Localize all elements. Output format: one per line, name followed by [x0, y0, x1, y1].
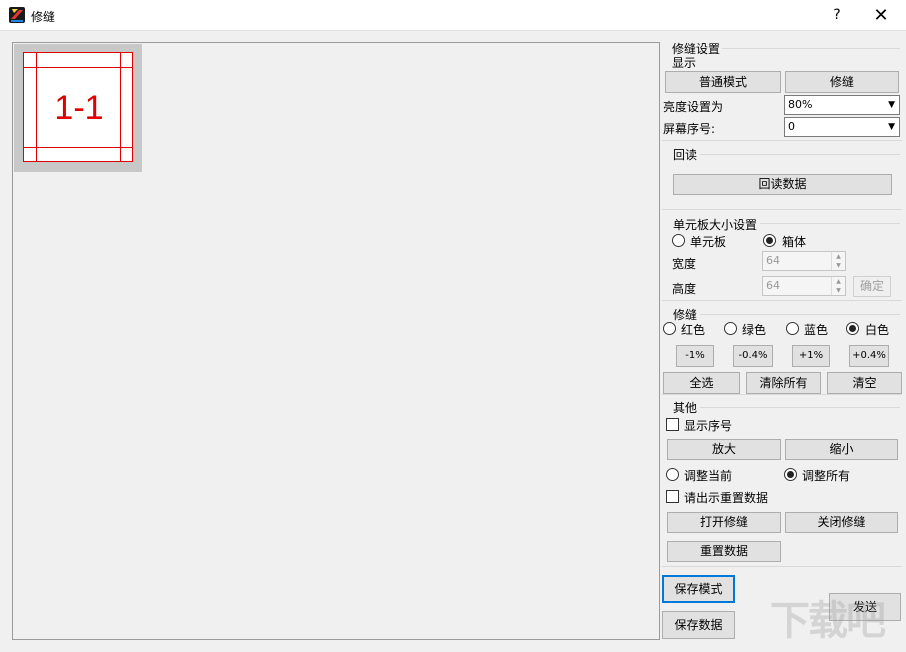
screen-index-value: 0 [788, 120, 795, 133]
title-bar: 修缝 ? ✕ [0, 0, 906, 31]
board-size-group-label: 单元板大小设置 [673, 218, 758, 232]
help-button[interactable]: ? [822, 0, 852, 31]
width-value: 64 [766, 254, 780, 267]
clear-button[interactable]: 清空 [827, 372, 902, 394]
height-label: 高度 [672, 282, 697, 296]
height-input[interactable]: 64 ▲ ▼ [762, 276, 846, 296]
width-label: 宽度 [672, 257, 697, 271]
zoom-in-button[interactable]: 放大 [667, 439, 781, 460]
divider [760, 223, 900, 224]
adjust-all-label: 调整所有 [802, 469, 851, 483]
brightness-label: 亮度设置为 [663, 100, 724, 114]
red-radio[interactable] [663, 322, 676, 335]
adjust-current-radio[interactable] [666, 468, 679, 481]
window-title: 修缝 [31, 10, 56, 24]
plus-0-4-button[interactable]: +0.4% [849, 345, 889, 367]
cell-label: 1-1 [54, 89, 104, 127]
cabinet-radio[interactable] [763, 234, 776, 247]
white-label: 白色 [865, 323, 890, 337]
cabinet-label: 箱体 [782, 235, 807, 249]
width-input[interactable]: 64 ▲ ▼ [762, 251, 846, 271]
spin-arrows-icon[interactable]: ▲ ▼ [831, 252, 845, 270]
normal-mode-button[interactable]: 普通模式 [665, 71, 781, 93]
seam-mode-button[interactable]: 修缝 [785, 71, 899, 93]
screen-index-label: 屏幕序号: [663, 122, 716, 136]
screen-index-select[interactable]: 0 ▼ [784, 117, 900, 137]
confirm-button[interactable]: 确定 [853, 276, 891, 297]
reset-data-button[interactable]: 重置数据 [667, 541, 781, 562]
blue-radio[interactable] [786, 322, 799, 335]
green-label: 绿色 [742, 323, 767, 337]
clear-all-button[interactable]: 清除所有 [746, 372, 821, 394]
app-icon [9, 7, 25, 23]
zoom-out-button[interactable]: 缩小 [785, 439, 898, 460]
divider [662, 209, 902, 210]
green-radio[interactable] [724, 322, 737, 335]
divider [662, 566, 902, 567]
unit-cell[interactable]: 1-1 [14, 44, 142, 172]
brightness-value: 80% [788, 98, 813, 111]
height-value: 64 [766, 279, 780, 292]
adjust-current-label: 调整当前 [684, 469, 733, 483]
close-seam-button[interactable]: 关闭修缝 [785, 512, 898, 533]
open-seam-button[interactable]: 打开修缝 [667, 512, 781, 533]
unit-board-label: 单元板 [690, 235, 727, 249]
show-index-checkbox[interactable] [666, 418, 679, 431]
blue-label: 蓝色 [804, 323, 829, 337]
brightness-select[interactable]: 80% ▼ [784, 95, 900, 115]
minus-1-button[interactable]: -1% [676, 345, 714, 367]
divider [662, 300, 902, 301]
minus-0-4-button[interactable]: -0.4% [733, 345, 773, 367]
unit-board-radio[interactable] [672, 234, 685, 247]
show-index-label: 显示序号 [684, 419, 733, 433]
chevron-down-icon: ▼ [888, 100, 895, 110]
white-radio[interactable] [846, 322, 859, 335]
divider [662, 394, 902, 395]
spin-arrows-icon[interactable]: ▲ ▼ [831, 277, 845, 295]
readback-data-button[interactable]: 回读数据 [673, 174, 892, 195]
save-data-button[interactable]: 保存数据 [662, 611, 735, 639]
red-label: 红色 [681, 323, 706, 337]
seam-canvas[interactable]: 1-1 [12, 42, 660, 640]
reset-prompt-checkbox[interactable] [666, 490, 679, 503]
watermark: 下载吧 [770, 598, 886, 644]
chevron-down-icon: ▼ [888, 122, 895, 132]
close-button[interactable]: ✕ [866, 0, 896, 31]
display-group-label: 显示 [672, 56, 697, 70]
divider [700, 407, 900, 408]
divider [662, 140, 902, 141]
plus-1-button[interactable]: +1% [792, 345, 830, 367]
divider [722, 48, 900, 49]
reset-prompt-label: 请出示重置数据 [684, 491, 769, 505]
other-group-label: 其他 [673, 401, 698, 415]
divider [700, 314, 900, 315]
readback-group-label: 回读 [673, 148, 698, 162]
select-all-button[interactable]: 全选 [663, 372, 740, 394]
save-mode-button[interactable]: 保存模式 [662, 575, 735, 603]
divider [700, 154, 900, 155]
settings-panel: 修缝设置 显示 普通模式 修缝 亮度设置为 80% ▼ 屏幕序号: 0 ▼ 回读… [662, 36, 906, 652]
unit-cell-panel: 1-1 [23, 52, 133, 162]
adjust-all-radio[interactable] [784, 468, 797, 481]
